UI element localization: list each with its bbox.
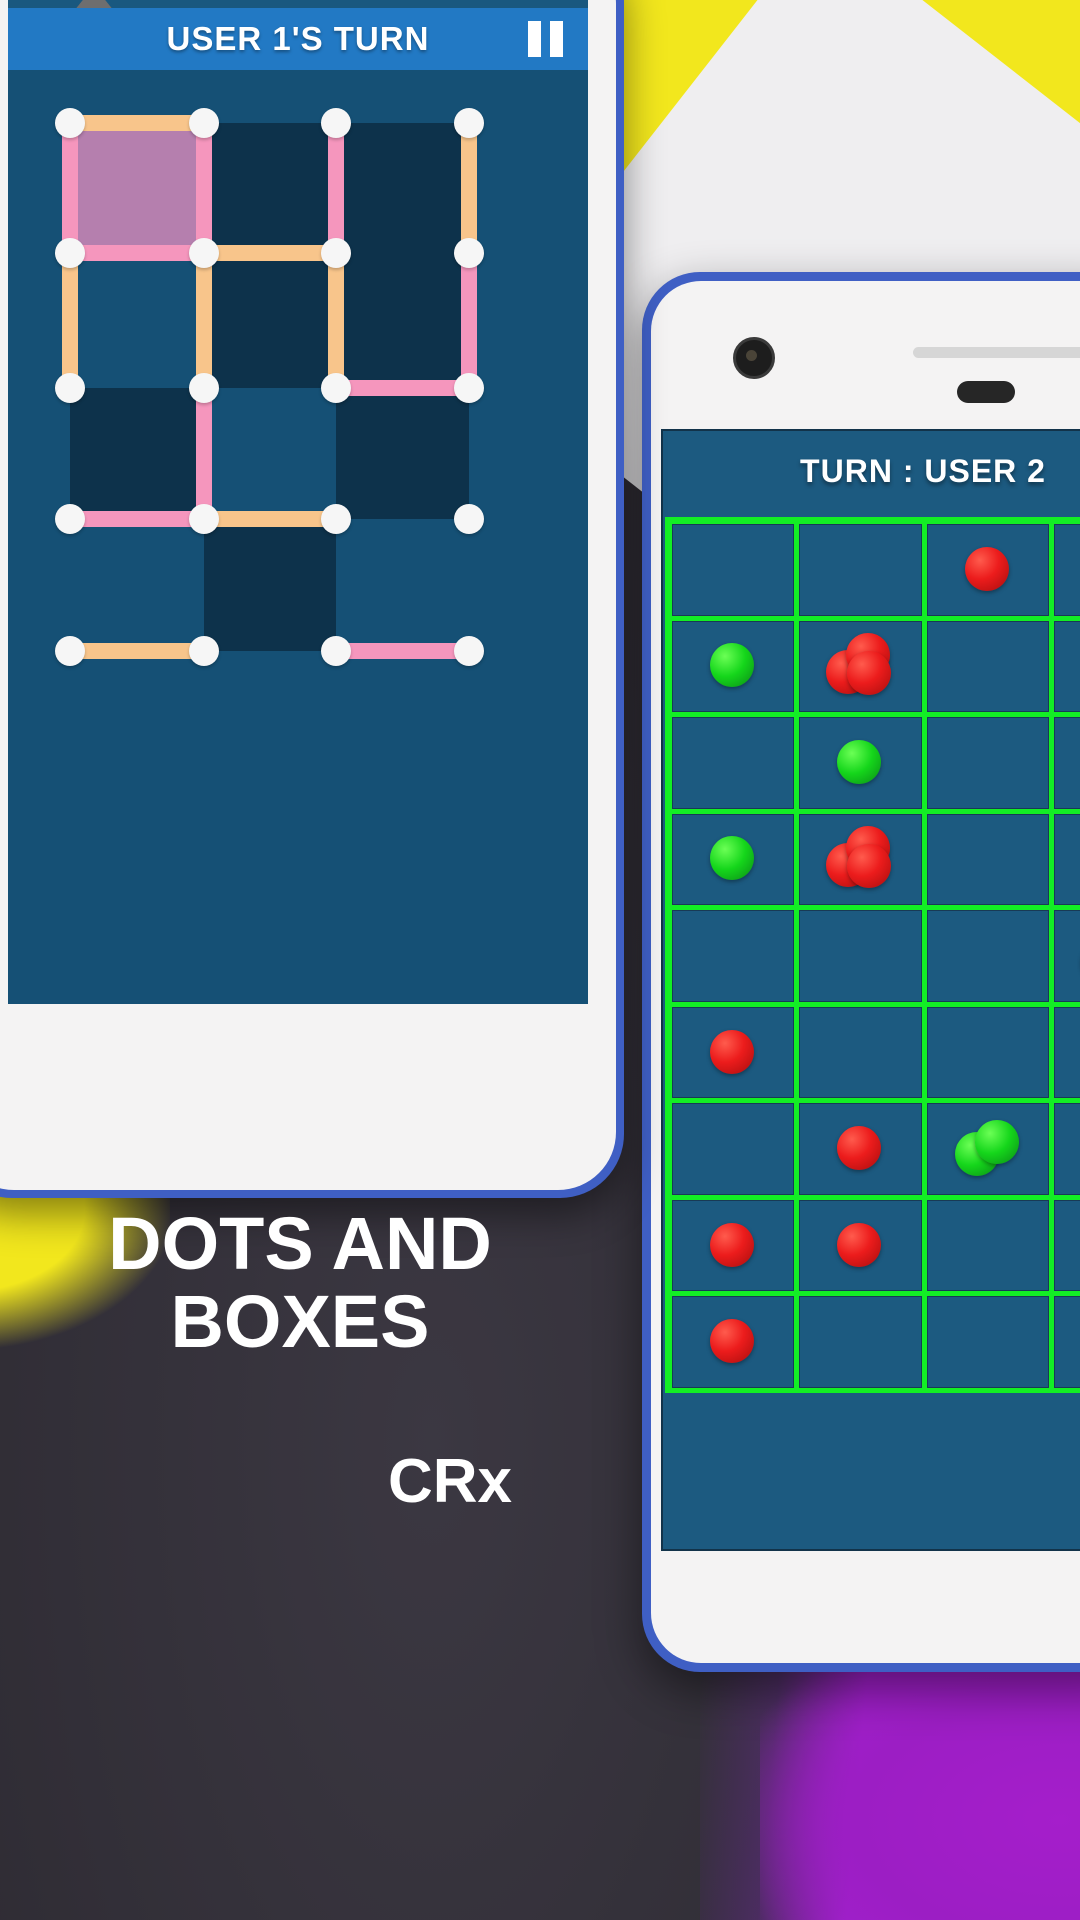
board-line-vertical[interactable] bbox=[328, 253, 344, 388]
board-dot bbox=[454, 636, 484, 666]
chain-cell[interactable] bbox=[1053, 1006, 1080, 1099]
chain-orb bbox=[710, 1222, 755, 1267]
chain-cell[interactable] bbox=[926, 620, 1049, 713]
board-box bbox=[204, 123, 336, 253]
chain-cell[interactable] bbox=[1053, 717, 1080, 809]
chain-orb bbox=[837, 739, 882, 784]
board-box bbox=[336, 123, 469, 253]
board-line-vertical[interactable] bbox=[461, 253, 477, 388]
chain-cell[interactable] bbox=[1053, 1296, 1080, 1388]
chain-cell[interactable] bbox=[672, 910, 795, 1002]
board-dot bbox=[454, 108, 484, 138]
board-line-horizontal[interactable] bbox=[70, 511, 204, 527]
chain-cell[interactable] bbox=[672, 717, 795, 809]
board-line-horizontal[interactable] bbox=[204, 245, 336, 261]
board-box bbox=[336, 388, 469, 519]
board-line-horizontal[interactable] bbox=[70, 245, 204, 261]
chain-cell[interactable] bbox=[1053, 910, 1080, 1002]
chain-cell[interactable] bbox=[799, 1006, 922, 1099]
dots-and-boxes-board[interactable] bbox=[8, 70, 588, 830]
board-dot bbox=[55, 238, 85, 268]
phone-left-screen: USER 1'S TURN bbox=[8, 0, 588, 1004]
chain-orb bbox=[974, 1120, 1019, 1165]
chain-cell[interactable] bbox=[926, 910, 1049, 1002]
board-box bbox=[204, 253, 336, 388]
chain-cell[interactable] bbox=[926, 813, 1049, 906]
turn-indicator-left: USER 1'S TURN bbox=[166, 20, 430, 57]
board-dot bbox=[55, 636, 85, 666]
chain-cell[interactable] bbox=[1053, 620, 1080, 713]
chain-cell[interactable] bbox=[672, 1103, 795, 1195]
chain-cell[interactable] bbox=[1053, 524, 1080, 616]
board-dot bbox=[55, 108, 85, 138]
board-line-horizontal[interactable] bbox=[336, 643, 469, 659]
board-box bbox=[336, 253, 469, 388]
chain-cell[interactable] bbox=[926, 1296, 1049, 1388]
chain-orb bbox=[964, 546, 1009, 591]
board-line-vertical[interactable] bbox=[461, 123, 477, 253]
board-dot bbox=[321, 504, 351, 534]
chain-cell[interactable] bbox=[926, 1006, 1049, 1099]
board-line-vertical[interactable] bbox=[196, 388, 212, 519]
board-dot bbox=[55, 504, 85, 534]
phone-left-bezel: USER 1'S TURN bbox=[0, 0, 616, 1190]
promo-stage: TURN : USER 2 USER 1'S TURN DOTS AND BOX… bbox=[0, 0, 1080, 1920]
board-dot bbox=[321, 108, 351, 138]
phone-left-device: USER 1'S TURN bbox=[0, 0, 624, 1198]
board-box bbox=[204, 519, 336, 651]
brand-name: CRx bbox=[387, 1447, 513, 1516]
board-dot bbox=[454, 504, 484, 534]
board-line-vertical[interactable] bbox=[62, 253, 78, 388]
board-dot bbox=[189, 238, 219, 268]
chain-reaction-board[interactable] bbox=[665, 517, 1080, 1393]
board-line-horizontal[interactable] bbox=[336, 380, 469, 396]
turn-indicator-right: TURN : USER 2 bbox=[800, 453, 1046, 489]
board-line-vertical[interactable] bbox=[196, 123, 212, 253]
chain-cell[interactable] bbox=[799, 1296, 922, 1388]
chain-cell[interactable] bbox=[1053, 1103, 1080, 1195]
page-title: DOTS AND BOXES bbox=[0, 1205, 600, 1360]
turn-bar-left: USER 1'S TURN bbox=[8, 8, 588, 70]
pause-icon[interactable] bbox=[524, 21, 566, 57]
board-dot bbox=[189, 636, 219, 666]
board-dot bbox=[55, 373, 85, 403]
board-dot bbox=[189, 504, 219, 534]
earpiece-speaker-icon bbox=[913, 347, 1080, 358]
board-line-horizontal[interactable] bbox=[70, 643, 204, 659]
chain-orb bbox=[710, 1029, 755, 1074]
phone-right-device: TURN : USER 2 bbox=[642, 272, 1080, 1672]
board-dot bbox=[189, 108, 219, 138]
chain-cell[interactable] bbox=[926, 717, 1049, 809]
background-purple-glow bbox=[760, 1640, 1080, 1920]
board-line-vertical[interactable] bbox=[62, 123, 78, 253]
board-line-horizontal[interactable] bbox=[70, 115, 204, 131]
phone-right-screen: TURN : USER 2 bbox=[661, 429, 1080, 1551]
board-line-vertical[interactable] bbox=[328, 123, 344, 253]
phone-right-bezel: TURN : USER 2 bbox=[651, 281, 1080, 1663]
board-box bbox=[70, 388, 204, 519]
board-dot bbox=[321, 373, 351, 403]
board-dot bbox=[321, 238, 351, 268]
chain-cell[interactable] bbox=[672, 524, 795, 616]
board-dot bbox=[189, 373, 219, 403]
board-dot bbox=[321, 636, 351, 666]
chain-orb bbox=[837, 1222, 882, 1267]
chain-cell[interactable] bbox=[1053, 1199, 1080, 1292]
board-dot bbox=[454, 238, 484, 268]
board-line-vertical[interactable] bbox=[196, 253, 212, 388]
board-line-horizontal[interactable] bbox=[204, 511, 336, 527]
board-dot bbox=[454, 373, 484, 403]
front-camera-icon bbox=[733, 337, 775, 379]
chain-cell[interactable] bbox=[926, 1199, 1049, 1292]
proximity-sensor-icon bbox=[957, 381, 1015, 403]
chain-cell[interactable] bbox=[799, 524, 922, 616]
board-box bbox=[70, 123, 204, 253]
chain-cell[interactable] bbox=[799, 910, 922, 1002]
title-line-2: BOXES bbox=[170, 1279, 430, 1363]
chain-cell[interactable] bbox=[1053, 813, 1080, 906]
title-line-1: DOTS AND bbox=[108, 1202, 492, 1285]
